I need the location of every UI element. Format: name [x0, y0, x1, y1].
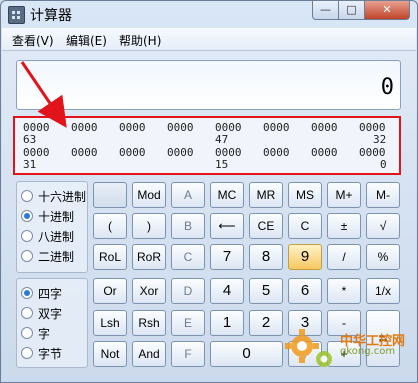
digit-9-button[interactable]: 9 [288, 244, 322, 270]
digit-7-button[interactable]: 7 [210, 244, 244, 270]
bit-group: 0000 [263, 121, 290, 134]
digit-8-button[interactable]: 8 [249, 244, 283, 270]
number-system-group: 十六进制 十进制 八进制 二进制 [16, 181, 88, 273]
sqrt-button[interactable]: √ [366, 213, 400, 239]
hex-d-button[interactable]: D [171, 278, 205, 304]
maximize-button[interactable]: □ [338, 1, 365, 20]
hex-e-button[interactable]: E [171, 310, 205, 336]
bit-group: 0000 [263, 146, 290, 159]
radio-dot [21, 230, 33, 242]
bit-position-label: 32 [373, 133, 387, 146]
bit-group: 0000 [167, 146, 194, 159]
multiply-button[interactable]: * [327, 278, 361, 304]
hex-c-button[interactable]: C [171, 244, 205, 270]
ror-button[interactable]: RoR [132, 244, 166, 270]
ms-button[interactable]: MS [288, 182, 322, 208]
menu-view[interactable]: 查看(V) [12, 32, 54, 49]
digit-5-button[interactable]: 5 [249, 278, 283, 304]
display-value: 0 [380, 75, 394, 100]
radio-dot-selected [21, 287, 33, 299]
bit-group: 0000 [119, 146, 146, 159]
word-size-group: 四字 双字 字 字节 [16, 278, 88, 368]
window-title: 计算器 [30, 8, 72, 24]
bit-position-label: 0 [380, 158, 387, 171]
minimize-button[interactable]: — [312, 1, 339, 20]
clear-button[interactable]: C [288, 213, 322, 239]
digit-0-button[interactable]: 0 [210, 341, 283, 367]
percent-button[interactable]: % [366, 244, 400, 270]
divide-button[interactable]: / [327, 244, 361, 270]
title-bar[interactable]: 计算器 — □ ✕ [1, 1, 417, 27]
rsh-button[interactable]: Rsh [132, 310, 166, 336]
digit-6-button[interactable]: 6 [288, 278, 322, 304]
and-button[interactable]: And [132, 341, 166, 367]
close-paren-button[interactable]: ) [132, 213, 166, 239]
bit-group: 0000 [71, 146, 98, 159]
bit-position-label: 63 [23, 133, 37, 146]
hex-f-button[interactable]: F [171, 341, 205, 367]
xor-button[interactable]: Xor [132, 278, 166, 304]
open-paren-button[interactable]: ( [93, 213, 127, 239]
result-display: 0 [16, 60, 401, 110]
bit-group: 0000 [311, 146, 338, 159]
menu-edit[interactable]: 编辑(E) [66, 32, 107, 49]
calculator-app-icon [8, 6, 25, 24]
hex-a-button[interactable]: A [171, 182, 205, 208]
negate-button[interactable]: ± [327, 213, 361, 239]
rol-button[interactable]: RoL [93, 244, 127, 270]
hex-b-button[interactable]: B [171, 213, 205, 239]
m-plus-button[interactable]: M+ [327, 182, 361, 208]
menu-bar: 查看(V) 编辑(E) 帮助(H) [2, 28, 416, 51]
radio-dot [21, 327, 33, 339]
bit-display: 0000 0000 0000 0000 0000 0000 0000 0000 … [16, 118, 398, 174]
radio-dot [21, 307, 33, 319]
close-button[interactable]: ✕ [364, 1, 410, 20]
radio-dot-selected [21, 210, 33, 222]
bit-group: 0000 [311, 121, 338, 134]
digit-1-button[interactable]: 1 [210, 310, 244, 336]
mr-button[interactable]: MR [249, 182, 283, 208]
bit-group: 0000 [167, 121, 194, 134]
radio-dot [21, 250, 33, 262]
mod-button[interactable]: Mod [132, 182, 166, 208]
radio-dot [21, 347, 33, 359]
bit-group: 0000 [119, 121, 146, 134]
m-minus-button[interactable]: M- [366, 182, 400, 208]
menu-help[interactable]: 帮助(H) [119, 32, 161, 49]
radio-dot [21, 190, 33, 202]
lsh-button[interactable]: Lsh [93, 310, 127, 336]
reciprocal-button[interactable]: 1/x [366, 278, 400, 304]
mc-button[interactable]: MC [210, 182, 244, 208]
not-button[interactable]: Not [93, 341, 127, 367]
bit-group: 0000 [71, 121, 98, 134]
blank-key [93, 182, 127, 208]
backspace-button[interactable]: ⟵ [210, 213, 244, 239]
bit-position-label: 15 [215, 158, 229, 171]
digit-2-button[interactable]: 2 [249, 310, 283, 336]
digit-4-button[interactable]: 4 [210, 278, 244, 304]
watermark-url: gkong.com [340, 346, 396, 357]
ce-button[interactable]: CE [249, 213, 283, 239]
or-button[interactable]: Or [93, 278, 127, 304]
bit-position-label: 31 [23, 158, 37, 171]
bit-position-label: 47 [215, 133, 229, 146]
